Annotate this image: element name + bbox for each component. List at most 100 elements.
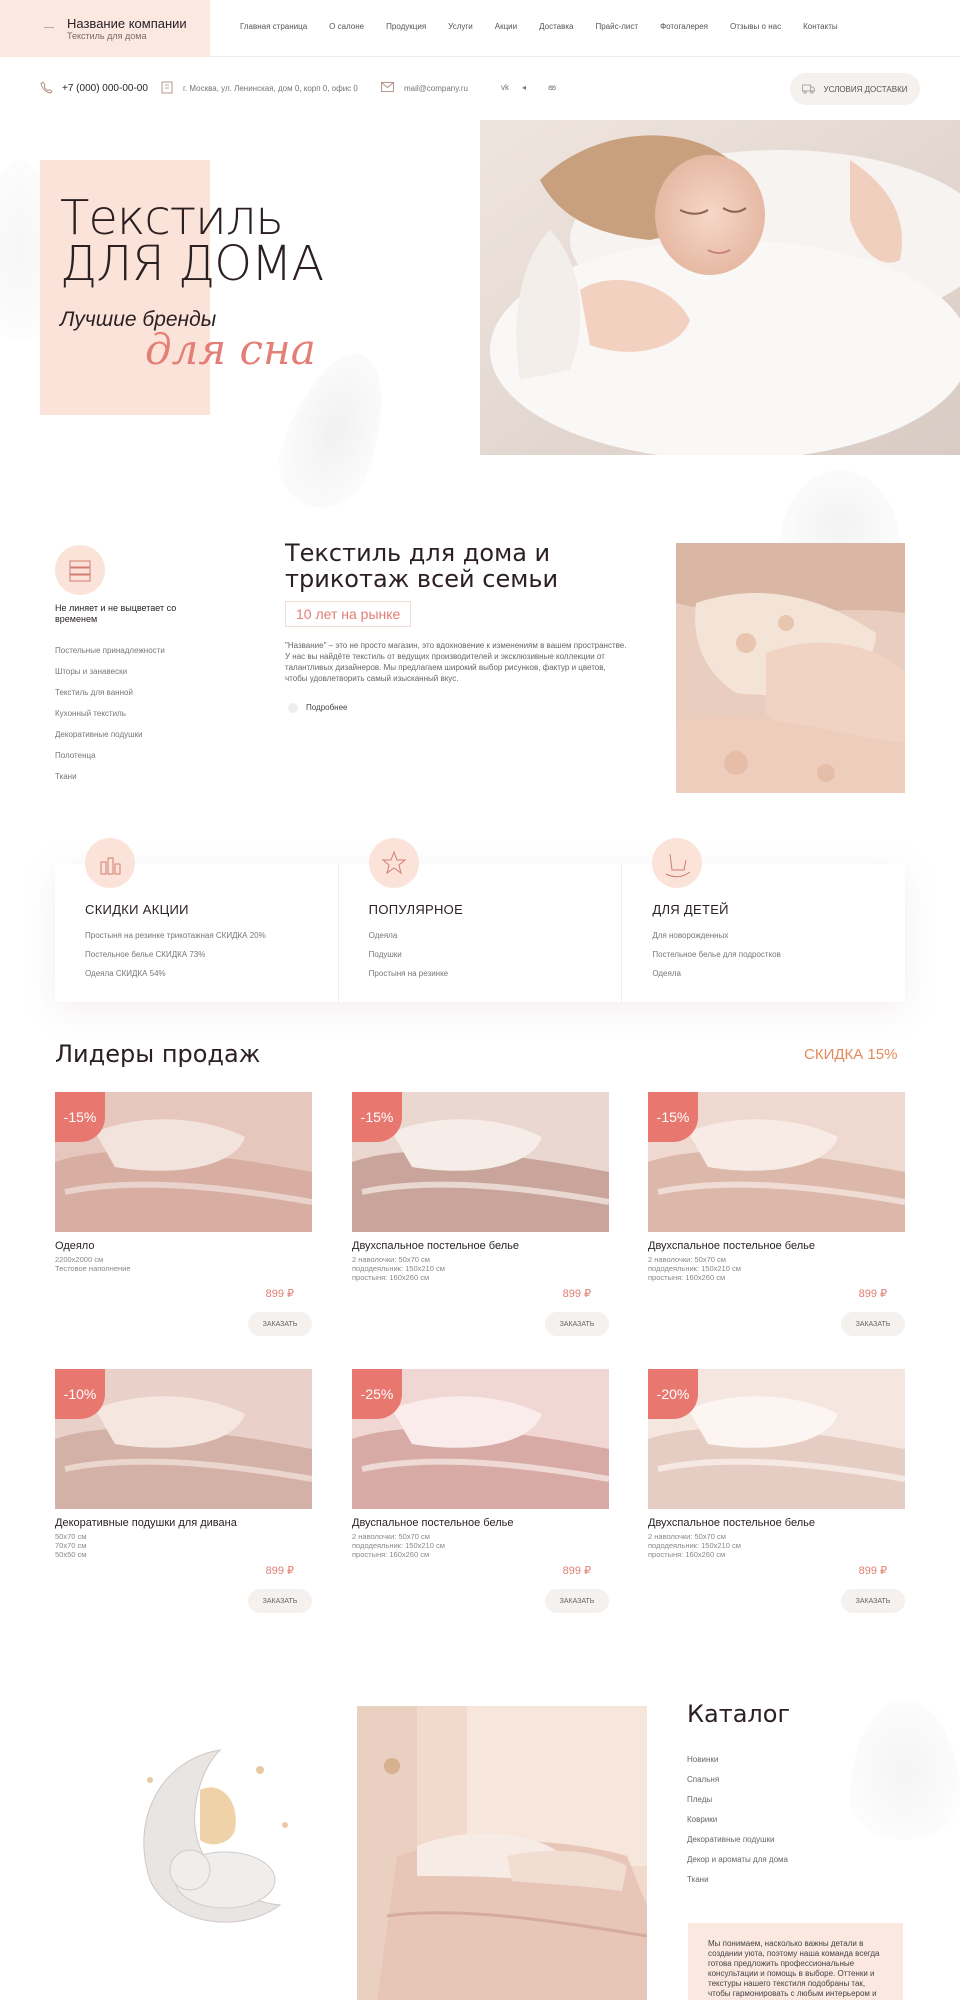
phone-number[interactable]: +7 (000) 000-00-00	[62, 83, 148, 94]
feature-card-title: СКИДКИ АКЦИИ	[85, 902, 189, 917]
catalog-link[interactable]: Ткани	[687, 1875, 788, 1884]
feature-card-kids[interactable]: ДЛЯ ДЕТЕЙ Для новорожденных Постельное б…	[622, 838, 905, 1002]
product-name[interactable]: Двухспальное постельное белье	[352, 1240, 519, 1252]
menu-item-reviews[interactable]: Отзывы о нас	[730, 22, 781, 31]
more-link[interactable]: Подробнее	[288, 703, 348, 713]
hero-title-line1: Текстиль	[60, 190, 284, 246]
feature-card-item[interactable]: Простыня на резинке	[369, 969, 592, 978]
candles-icon	[85, 838, 135, 888]
address-text: г. Москва, ул. Ленинская, дом 0, корп 0,…	[183, 84, 358, 93]
menu-item-delivery[interactable]: Доставка	[539, 22, 573, 31]
building-icon	[161, 81, 173, 94]
baby-moon-illustration	[110, 1730, 320, 1940]
menu-item-products[interactable]: Продукция	[386, 22, 426, 31]
product-name[interactable]: Двухспальное постельное белье	[648, 1240, 815, 1252]
category-link[interactable]: Ткани	[55, 772, 165, 781]
category-link[interactable]: Кухонный текстиль	[55, 709, 165, 718]
product-card[interactable]: -15% Двухспальное постельное белье 2 навол…	[648, 1092, 905, 1347]
feature-card-popular[interactable]: ПОПУЛЯРНОЕ Одеяла Подушки Простыня на ре…	[339, 838, 623, 1002]
product-card[interactable]: -10% Декоративные подушки для дивана 50x70…	[55, 1369, 312, 1624]
product-spec-line: 2 наволочки: 50x70 см	[648, 1255, 726, 1264]
product-specs: 2 наволочки: 50x70 см пододеяльник: 150x2…	[648, 1532, 741, 1559]
menu-item-pricelist[interactable]: Прайс-лист	[595, 22, 638, 31]
years-on-market-badge: 10 лет на рынке	[285, 601, 412, 627]
product-spec-line: пододеяльник: 150x210 см	[352, 1541, 445, 1550]
category-link[interactable]: Постельные принадлежности	[55, 646, 165, 655]
catalog-link[interactable]: Декоративные подушки	[687, 1835, 788, 1844]
order-button[interactable]: ЗАКАЗАТЬ	[545, 1589, 609, 1613]
product-price: 899 ₽	[265, 1565, 294, 1577]
contact-bar: +7 (000) 000-00-00 г. Москва, ул. Ленинс…	[0, 58, 960, 120]
product-specs: 2 наволочки: 50x70 см пододеяльник: 150x2…	[648, 1255, 741, 1282]
product-card[interactable]: -15% Одеяло 2200x2000 см Тестовое наполнени…	[55, 1092, 312, 1347]
product-spec-line: 2 наволочки: 50x70 см	[648, 1532, 726, 1541]
hero-section: Текстиль ДЛЯ ДОМА Лучшие бренды для сна	[0, 120, 960, 521]
product-name[interactable]: Декоративные подушки для дивана	[55, 1517, 237, 1529]
product-spec-line: Тестовое наполнение	[55, 1264, 131, 1273]
catalog-link[interactable]: Новинки	[687, 1755, 788, 1764]
arrow-circle-icon	[288, 703, 298, 713]
menu-item-about[interactable]: О салоне	[329, 22, 364, 31]
menu-item-gallery[interactable]: Фотогалерея	[660, 22, 708, 31]
telegram-icon[interactable]: ◂	[522, 83, 526, 92]
product-spec-line: 2 наволочки: 50x70 см	[352, 1255, 430, 1264]
feature-card-item[interactable]: Постельное белье для подростков	[652, 950, 875, 959]
order-button[interactable]: ЗАКАЗАТЬ	[841, 1589, 905, 1613]
product-spec-line: простыня: 160x260 см	[352, 1273, 430, 1282]
feature-card-sales[interactable]: СКИДКИ АКЦИИ Простыня на резинке трикота…	[55, 838, 339, 1002]
product-spec-line: пододеяльник: 150x210 см	[352, 1264, 445, 1273]
email-link[interactable]: mail@company.ru	[404, 84, 468, 93]
order-button[interactable]: ЗАКАЗАТЬ	[545, 1312, 609, 1336]
product-name[interactable]: Одеяло	[55, 1240, 94, 1252]
product-spec-line: пододеяльник: 150x210 см	[648, 1264, 741, 1273]
product-price: 899 ₽	[858, 1565, 887, 1577]
product-name[interactable]: Двуспальное постельное белье	[352, 1517, 513, 1529]
catalog-link[interactable]: Декор и ароматы для дома	[687, 1855, 788, 1864]
feature-card-item[interactable]: Одеяла СКИДКА 54%	[85, 969, 308, 978]
hero-title: Текстиль ДЛЯ ДОМА	[60, 190, 324, 288]
product-card[interactable]: -15% Двухспальное постельное белье 2 навол…	[352, 1092, 609, 1347]
product-card[interactable]: -25% Двуспальное постельное белье 2 наволо…	[352, 1369, 609, 1624]
catalog-link[interactable]: Спальня	[687, 1775, 788, 1784]
discount-badge: -10%	[55, 1369, 105, 1419]
feather-decoration	[850, 1700, 960, 1840]
menu-item-services[interactable]: Услуги	[448, 22, 473, 31]
menu-item-home[interactable]: Главная страница	[240, 22, 307, 31]
category-link[interactable]: Текстиль для ванной	[55, 688, 165, 697]
truck-icon	[802, 84, 816, 94]
category-link[interactable]: Декоративные подушки	[55, 730, 165, 739]
product-card[interactable]: -20% Двухспальное постельное белье 2 навол…	[648, 1369, 905, 1624]
product-specs: 2200x2000 см Тестовое наполнение	[55, 1255, 131, 1273]
catalog-links: Новинки Спальня Пледы Коврики Декоративн…	[687, 1755, 788, 1895]
catalog-link[interactable]: Коврики	[687, 1815, 788, 1824]
category-link[interactable]: Шторы и занавески	[55, 667, 165, 676]
discount-badge: -20%	[648, 1369, 698, 1419]
product-price: 899 ₽	[858, 1288, 887, 1300]
discount-badge: -15%	[648, 1092, 698, 1142]
about-photo-pillows	[676, 543, 905, 793]
feature-card-title: ПОПУЛЯРНОЕ	[368, 902, 464, 917]
feature-card-item[interactable]: Постельное белье СКИДКА 73%	[85, 950, 308, 959]
feature-card-item[interactable]: Простыня на резинке трикотажная СКИДКА 2…	[85, 931, 308, 940]
discount-label[interactable]: СКИДКА 15%	[804, 1046, 897, 1063]
order-button[interactable]: ЗАКАЗАТЬ	[248, 1312, 312, 1336]
menu-item-contacts[interactable]: Контакты	[803, 22, 838, 31]
feature-card-item[interactable]: Для новорожденных	[652, 931, 875, 940]
catalog-link[interactable]: Пледы	[687, 1795, 788, 1804]
feature-card-item[interactable]: Одеяла	[369, 931, 592, 940]
product-name[interactable]: Двухспальное постельное белье	[648, 1517, 815, 1529]
order-button[interactable]: ЗАКАЗАТЬ	[248, 1589, 312, 1613]
delivery-terms-button[interactable]: УСЛОВИЯ ДОСТАВКИ	[790, 73, 920, 105]
about-note: Не линяет и не выцветает со временем	[55, 603, 177, 624]
about-description: "Название" – это не просто магазин, это …	[285, 641, 627, 683]
feature-card-item[interactable]: Одеяла	[652, 969, 875, 978]
ok-icon[interactable]: ꙭ	[548, 83, 556, 92]
vk-icon[interactable]: vk	[501, 83, 509, 92]
product-spec-line: 50x50 см	[55, 1550, 87, 1559]
brand-block[interactable]: Название компании Текстиль для дома	[0, 0, 210, 57]
order-button[interactable]: ЗАКАЗАТЬ	[841, 1312, 905, 1336]
category-link[interactable]: Полотенца	[55, 751, 165, 760]
feature-card-item[interactable]: Подушки	[369, 950, 592, 959]
menu-item-promos[interactable]: Акции	[495, 22, 517, 31]
product-spec-line: простыня: 160x260 см	[648, 1273, 726, 1282]
